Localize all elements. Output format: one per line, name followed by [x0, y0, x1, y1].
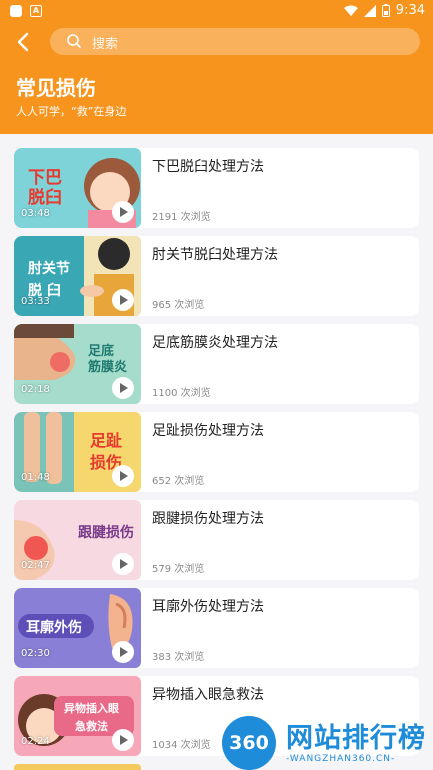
thumbnail-caption: 足底 筋膜炎	[88, 344, 128, 375]
notification-icon	[10, 5, 22, 17]
video-duration: 01:48	[21, 472, 50, 483]
list-item[interactable]: 足趾 损伤 01:48 足趾损伤处理方法 652 次浏览	[14, 412, 419, 492]
thumbnail-caption: 下巴 脱臼	[28, 168, 62, 208]
item-title: 足底筋膜炎处理方法	[152, 335, 278, 351]
item-title: 肘关节脱臼处理方法	[152, 247, 278, 263]
item-title: 跟腱损伤处理方法	[152, 511, 264, 527]
view-count: 383 次浏览	[152, 652, 205, 663]
thumbnail-caption: 异物插入眼 急救法	[64, 702, 119, 733]
play-icon[interactable]	[112, 465, 134, 487]
view-count: 1100 次浏览	[152, 388, 211, 399]
play-icon[interactable]	[112, 377, 134, 399]
play-icon[interactable]	[112, 553, 134, 575]
play-icon[interactable]	[112, 641, 134, 663]
item-title: 足趾损伤处理方法	[152, 423, 264, 439]
video-duration: 02:18	[21, 384, 50, 395]
view-count: 1034 次浏览	[152, 740, 211, 751]
status-time: 9:34	[395, 3, 425, 18]
video-thumbnail[interactable]: 下巴 脱臼 03:48	[14, 148, 141, 228]
video-thumbnail[interactable]: 足底 筋膜炎 02:18	[14, 324, 141, 404]
next-list-item-peek	[14, 764, 141, 770]
battery-icon	[381, 4, 390, 17]
thumbnail-caption: 跟腱损伤	[78, 525, 134, 541]
video-thumbnail[interactable]: 耳廓外伤 02:30	[14, 588, 141, 668]
video-thumbnail[interactable]: 足趾 损伤 01:48	[14, 412, 141, 492]
play-icon[interactable]	[112, 729, 134, 751]
video-duration: 03:33	[21, 296, 50, 307]
view-count: 579 次浏览	[152, 564, 205, 575]
view-count: 2191 次浏览	[152, 212, 211, 223]
list-item[interactable]: 足底 筋膜炎 02:18 足底筋膜炎处理方法 1100 次浏览	[14, 324, 419, 404]
item-title: 下巴脱臼处理方法	[152, 159, 264, 175]
signal-icon	[363, 4, 376, 17]
thumbnail-caption: 耳廓外伤	[26, 620, 82, 636]
header: A 9:34 搜索 常见损伤 人人可学，“救”在身边	[0, 0, 433, 134]
video-thumbnail[interactable]: 异物插入眼 急救法 02:24	[14, 676, 141, 756]
list-item[interactable]: 耳廓外伤 02:30 耳廓外伤处理方法 383 次浏览	[14, 588, 419, 668]
view-count: 652 次浏览	[152, 476, 205, 487]
watermark-badge: 360	[222, 716, 276, 770]
watermark-url: -WANGZHAN360.CN-	[286, 754, 396, 764]
item-title: 异物插入眼急救法	[152, 687, 264, 703]
list-item[interactable]: 下巴 脱臼 03:48 下巴脱臼处理方法 2191 次浏览	[14, 148, 419, 228]
video-duration: 02:47	[21, 560, 50, 571]
search-icon	[67, 34, 81, 48]
list-item[interactable]: 肘关节 脱 臼 03:33 肘关节脱臼处理方法 965 次浏览	[14, 236, 419, 316]
item-title: 耳廓外伤处理方法	[152, 599, 264, 615]
page-subtitle: 人人可学，“救”在身边	[16, 105, 127, 118]
play-icon[interactable]	[112, 289, 134, 311]
video-duration: 02:24	[21, 736, 50, 747]
page-title: 常见损伤	[16, 76, 96, 100]
watermark-name: 网站排行榜	[286, 723, 426, 754]
list-item[interactable]: 跟腱损伤 02:47 跟腱损伤处理方法 579 次浏览	[14, 500, 419, 580]
search-input[interactable]: 搜索	[50, 28, 420, 55]
wifi-icon	[343, 5, 358, 16]
view-count: 965 次浏览	[152, 300, 205, 311]
video-thumbnail[interactable]: 肘关节 脱 臼 03:33	[14, 236, 141, 316]
watermark: 360 网站排行榜 -WANGZHAN360.CN-	[222, 712, 433, 770]
app-notification-icon: A	[30, 5, 42, 17]
play-icon[interactable]	[112, 201, 134, 223]
search-placeholder: 搜索	[92, 37, 119, 52]
video-duration: 03:48	[21, 208, 50, 219]
back-arrow-icon[interactable]	[12, 30, 36, 54]
status-bar: A 9:34	[0, 0, 433, 24]
video-thumbnail[interactable]: 跟腱损伤 02:47	[14, 500, 141, 580]
video-duration: 02:30	[21, 648, 50, 659]
